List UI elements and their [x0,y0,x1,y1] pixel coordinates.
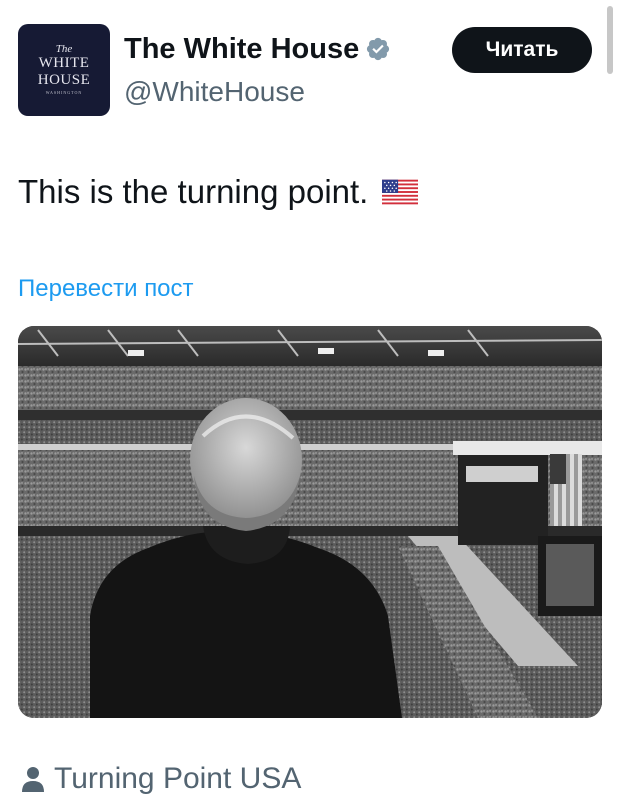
avatar-text-white: WHITE [38,55,90,71]
avatar-text-the: The [55,43,73,55]
account-name[interactable]: The White House [124,30,359,68]
translate-post-link[interactable]: Перевести пост [18,272,194,306]
community-note-source[interactable]: Turning Point USA [22,760,301,798]
verified-badge-icon[interactable] [365,36,391,62]
avatar-text-house: HOUSE [37,72,91,88]
footer-label[interactable]: Turning Point USA [54,760,301,798]
avatar-text-washington: WASHINGTON [45,90,83,95]
follow-button[interactable]: Читать [452,27,592,73]
tweet-view: The WHITE HOUSE WASHINGTON The White Hou… [0,0,620,810]
avatar[interactable]: The WHITE HOUSE WASHINGTON [18,24,110,116]
scrollbar[interactable] [607,6,613,74]
account-name-row[interactable]: The White House [124,30,391,68]
account-handle[interactable]: @WhiteHouse [124,74,305,110]
us-flag-icon [382,179,419,205]
tweet-text: This is the turning point. [18,173,369,210]
stadium-photo [18,326,602,718]
tweet-text-row: This is the turning point. [18,170,419,214]
tweet-photo[interactable] [18,326,602,718]
person-icon [22,767,44,792]
